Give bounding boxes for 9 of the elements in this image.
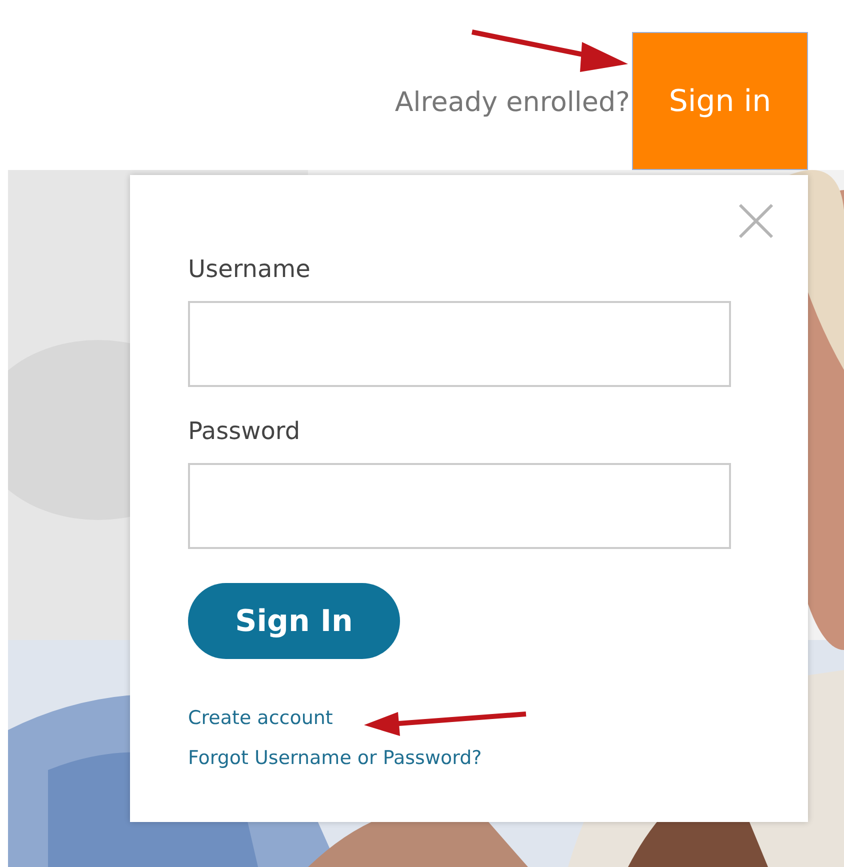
field-label: Username xyxy=(188,255,312,283)
already-enrolled-text: Already enrolled? xyxy=(394,87,630,118)
input-field[interactable] xyxy=(188,463,731,549)
input-field[interactable] xyxy=(188,301,731,387)
link[interactable]: Forgot Username or Password? xyxy=(188,747,482,769)
sign-in-submit-button[interactable]: Sign In xyxy=(188,583,400,659)
close-icon[interactable] xyxy=(738,203,774,239)
link[interactable]: Create account xyxy=(188,707,333,729)
field-label: Password xyxy=(188,417,302,445)
